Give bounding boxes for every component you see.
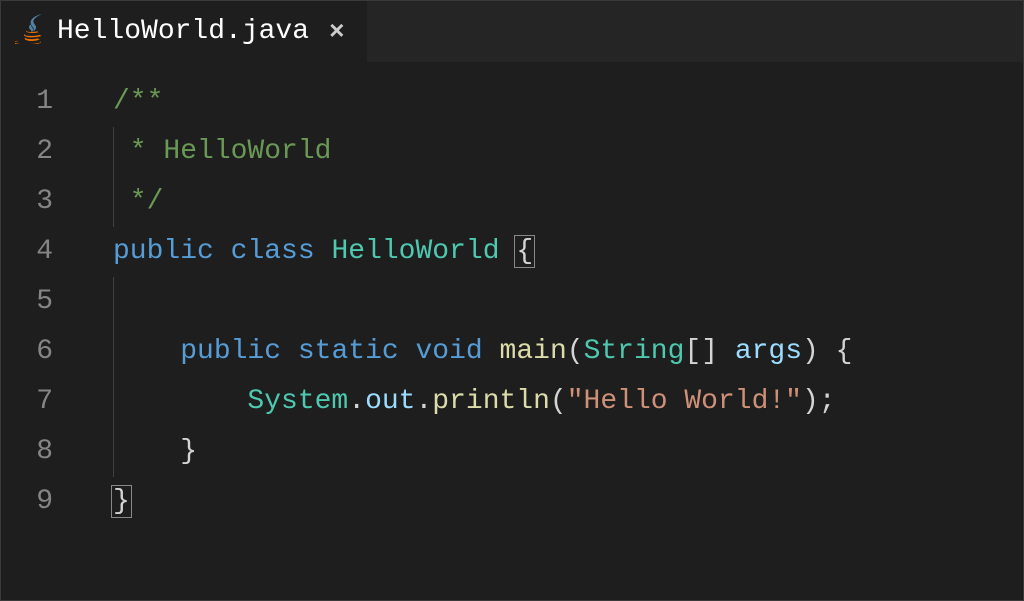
line-number: 8 (1, 427, 53, 477)
code-line: public class HelloWorld { (113, 227, 1023, 277)
bracket-match: } (111, 485, 132, 518)
code-line: } (113, 427, 1023, 477)
bracket-match: { (514, 235, 535, 268)
tab-bar: HelloWorld.java × (1, 1, 1023, 63)
line-number: 9 (1, 477, 53, 527)
line-number: 3 (1, 177, 53, 227)
code-editor[interactable]: 1 2 3 4 5 6 7 8 9 /** * HelloWorld */ pu… (1, 63, 1023, 527)
tab-filename-label: HelloWorld.java (57, 16, 309, 47)
code-line: * HelloWorld (113, 127, 1023, 177)
line-number: 7 (1, 377, 53, 427)
code-line: System.out.println("Hello World!"); (113, 377, 1023, 427)
line-number: 5 (1, 277, 53, 327)
code-line: */ (113, 177, 1023, 227)
line-number: 6 (1, 327, 53, 377)
code-line: /** (113, 77, 1023, 127)
line-number-gutter: 1 2 3 4 5 6 7 8 9 (1, 77, 81, 527)
line-number: 4 (1, 227, 53, 277)
code-area[interactable]: /** * HelloWorld */ public class HelloWo… (81, 77, 1023, 527)
close-icon[interactable]: × (329, 17, 345, 47)
java-icon (15, 14, 45, 49)
code-line: } (113, 477, 1023, 527)
line-number: 2 (1, 127, 53, 177)
code-line (113, 277, 1023, 327)
line-number: 1 (1, 77, 53, 127)
tab-helloworld[interactable]: HelloWorld.java × (1, 1, 368, 62)
code-line: public static void main(String[] args) { (113, 327, 1023, 377)
